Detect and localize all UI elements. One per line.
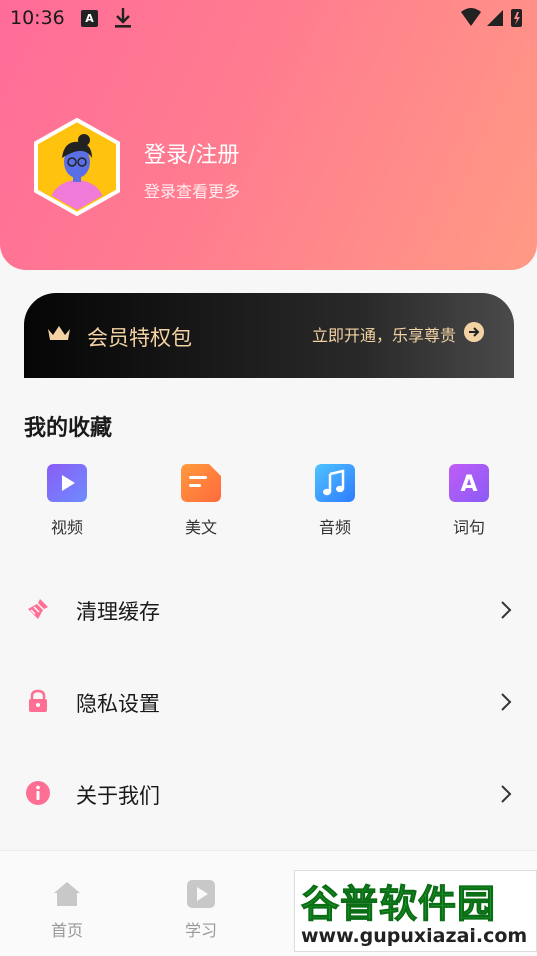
svg-text:A: A (460, 472, 477, 497)
crown-icon (48, 326, 70, 340)
login-subtitle: 登录查看更多 (144, 182, 241, 201)
fav-label: 音频 (318, 518, 351, 537)
chevron-right-icon (501, 785, 512, 803)
fav-video[interactable]: 视频 (27, 464, 107, 540)
fav-phrase[interactable]: A 词句 (429, 464, 509, 540)
lock-icon (29, 689, 47, 712)
menu-clear-cache[interactable]: 清理缓存 (0, 565, 537, 655)
signal-icon (487, 10, 503, 26)
article-icon (181, 464, 221, 502)
broom-icon (28, 599, 48, 619)
video-icon (47, 464, 87, 502)
watermark-url: www.gupuxiazai.com (301, 925, 528, 947)
watermark-logo: 谷普软件园 (300, 882, 497, 927)
app-notification-icon: A (81, 10, 98, 27)
menu-privacy[interactable]: 隐私设置 (0, 657, 537, 747)
status-bar: 10:36 A (0, 0, 537, 38)
vip-banner[interactable]: 会员特权包 立即开通，乐享尊贵 (24, 293, 514, 378)
watermark: 谷普软件园 www.gupuxiazai.com (294, 870, 537, 952)
status-icons (461, 8, 522, 27)
fav-audio[interactable]: 音频 (295, 464, 375, 540)
chevron-right-icon (501, 693, 512, 711)
play-icon (187, 880, 215, 908)
nav-label: 首页 (50, 921, 83, 940)
menu-label: 关于我们 (76, 784, 160, 808)
letter-a-icon: A (449, 464, 489, 502)
fav-label: 视频 (50, 518, 83, 537)
menu-label: 隐私设置 (76, 692, 160, 716)
nav-home[interactable]: 首页 (37, 879, 97, 941)
chevron-right-icon (501, 601, 512, 619)
fav-label: 美文 (184, 518, 217, 537)
home-icon (54, 882, 80, 906)
nav-study[interactable]: 学习 (171, 879, 231, 941)
vip-open-link[interactable]: 立即开通，乐享尊贵 (312, 322, 456, 346)
status-time: 10:36 (10, 7, 65, 29)
info-icon (26, 781, 50, 805)
fav-article[interactable]: 美文 (161, 464, 241, 540)
login-register-link[interactable]: 登录/注册 (144, 137, 239, 169)
vip-title: 会员特权包 (87, 326, 192, 350)
download-icon (115, 8, 131, 28)
favorites-title: 我的收藏 (24, 416, 113, 441)
avatar[interactable] (34, 118, 120, 216)
menu-about[interactable]: 关于我们 (0, 749, 537, 839)
wifi-icon (461, 8, 481, 26)
profile-header: 10:36 A 登录/注册 登录查看更多 (0, 0, 537, 270)
fav-label: 词句 (452, 518, 485, 537)
nav-label: 学习 (184, 921, 217, 940)
music-icon (315, 464, 355, 502)
arrow-right-icon[interactable] (464, 322, 484, 342)
menu-label: 清理缓存 (76, 600, 160, 624)
